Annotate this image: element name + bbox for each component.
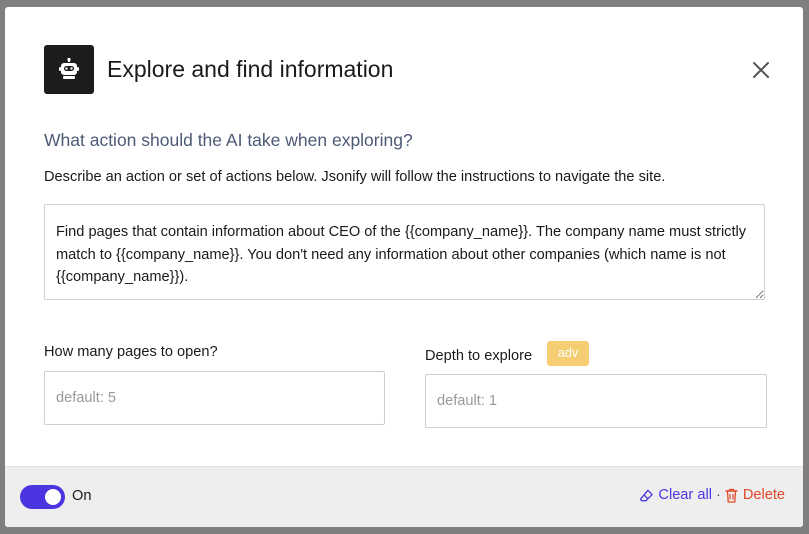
enabled-toggle[interactable] [20,485,65,509]
instructions-textarea[interactable] [44,204,765,300]
explore-dialog: Explore and find information What action… [5,7,803,527]
toggle-knob [45,489,61,505]
actions-separator: · [715,487,721,503]
delete-button[interactable]: Delete [725,487,785,503]
dialog-title: Explore and find information [107,56,394,82]
advanced-badge: adv [547,341,589,366]
section-description: Describe an action or set of actions bel… [44,169,666,185]
pages-to-open-label: How many pages to open? [44,344,218,360]
clear-all-label: Clear all [658,487,712,503]
footer-actions: Clear all · Delete [639,487,785,503]
dialog-header: Explore and find information [44,45,773,94]
toggle-label: On [72,488,92,504]
eraser-icon [640,489,654,501]
close-button[interactable] [749,58,773,82]
close-icon [753,62,769,78]
depth-label: Depth to explore [425,348,533,364]
depth-input[interactable] [425,374,767,428]
section-question: What action should the AI take when expl… [44,130,413,150]
trash-icon [725,488,738,503]
dialog-footer: On Clear all · Delete [5,466,803,527]
robot-icon [44,45,94,94]
delete-label: Delete [742,487,785,503]
pages-to-open-input[interactable] [44,371,385,425]
clear-all-button[interactable]: Clear all [639,487,712,503]
